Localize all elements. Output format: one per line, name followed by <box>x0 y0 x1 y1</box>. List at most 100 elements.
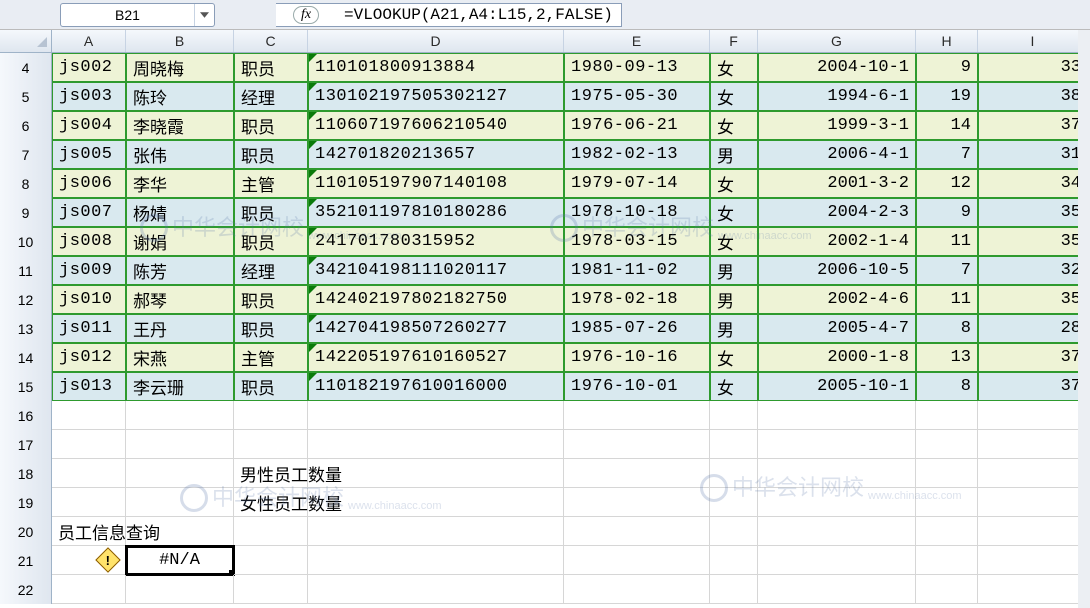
cell[interactable] <box>126 488 234 517</box>
name-box[interactable]: B21 <box>60 3 215 27</box>
cell[interactable]: 11 <box>916 285 978 314</box>
cell[interactable] <box>126 517 234 546</box>
cell[interactable] <box>126 459 234 488</box>
cell[interactable] <box>758 488 916 517</box>
cell[interactable] <box>710 488 758 517</box>
cell[interactable] <box>758 430 916 459</box>
cell[interactable]: 杨婧 <box>126 198 234 227</box>
row-header[interactable]: 12 <box>0 285 52 314</box>
cell[interactable]: js010 <box>52 285 126 314</box>
cell[interactable]: 1978-02-18 <box>564 285 710 314</box>
col-header-h[interactable]: H <box>916 30 978 52</box>
cell[interactable]: 110101800913884 <box>308 53 564 82</box>
cell[interactable]: 经理 <box>234 256 308 285</box>
cell[interactable]: 女 <box>710 227 758 256</box>
row-header[interactable]: 18 <box>0 459 52 488</box>
cell[interactable]: js007 <box>52 198 126 227</box>
cell[interactable]: 2000-1-8 <box>758 343 916 372</box>
cell[interactable] <box>978 488 1088 517</box>
cell[interactable]: 2004-10-1 <box>758 53 916 82</box>
vertical-scrollbar[interactable] <box>1078 30 1090 608</box>
cell[interactable]: 陈玲 <box>126 82 234 111</box>
cell[interactable]: 1982-02-13 <box>564 140 710 169</box>
row-header[interactable]: 20 <box>0 517 52 546</box>
cell[interactable]: 2006-10-5 <box>758 256 916 285</box>
cell[interactable] <box>916 517 978 546</box>
cell[interactable]: 女 <box>710 169 758 198</box>
cell[interactable]: 31 <box>978 140 1088 169</box>
cell[interactable]: 37 <box>978 111 1088 140</box>
row-header[interactable]: 14 <box>0 343 52 372</box>
cell[interactable]: 张伟 <box>126 140 234 169</box>
cell[interactable] <box>564 459 710 488</box>
cell[interactable]: 1994-6-1 <box>758 82 916 111</box>
cell[interactable] <box>710 459 758 488</box>
cell[interactable]: 男 <box>710 256 758 285</box>
cell[interactable]: 241701780315952 <box>308 227 564 256</box>
cell[interactable]: 李晓霞 <box>126 111 234 140</box>
cell[interactable]: 职员 <box>234 227 308 256</box>
name-box-dropdown[interactable] <box>194 4 214 26</box>
cell[interactable] <box>916 575 978 604</box>
cell[interactable]: 14 <box>916 111 978 140</box>
lookup-title-label[interactable]: 员工信息查询 <box>52 517 126 546</box>
col-header-b[interactable]: B <box>126 30 234 52</box>
cell[interactable]: 1976-10-01 <box>564 372 710 401</box>
cell[interactable]: 2005-10-1 <box>758 372 916 401</box>
cell[interactable] <box>234 401 308 430</box>
cell[interactable]: js008 <box>52 227 126 256</box>
cell[interactable]: 1978-10-18 <box>564 198 710 227</box>
cell[interactable]: js003 <box>52 82 126 111</box>
cell[interactable]: 342104198111020117 <box>308 256 564 285</box>
cell[interactable]: 1980-09-13 <box>564 53 710 82</box>
cell[interactable]: 9 <box>916 53 978 82</box>
cell[interactable]: 1979-07-14 <box>564 169 710 198</box>
cell[interactable]: 2002-1-4 <box>758 227 916 256</box>
cell[interactable]: 1999-3-1 <box>758 111 916 140</box>
cell[interactable]: 12 <box>916 169 978 198</box>
cell[interactable] <box>916 488 978 517</box>
col-header-a[interactable]: A <box>52 30 126 52</box>
cell[interactable] <box>710 546 758 575</box>
cell[interactable] <box>234 430 308 459</box>
cell[interactable]: 职员 <box>234 53 308 82</box>
cell[interactable] <box>234 517 308 546</box>
cell[interactable] <box>564 488 710 517</box>
row-header[interactable]: 9 <box>0 198 52 227</box>
cell[interactable]: 男 <box>710 314 758 343</box>
cell[interactable]: 9 <box>916 198 978 227</box>
col-header-e[interactable]: E <box>564 30 710 52</box>
cell[interactable] <box>758 575 916 604</box>
cell[interactable]: 1976-06-21 <box>564 111 710 140</box>
row-header[interactable]: 15 <box>0 372 52 401</box>
row-header[interactable]: 8 <box>0 169 52 198</box>
cell[interactable]: 男 <box>710 285 758 314</box>
col-header-c[interactable]: C <box>234 30 308 52</box>
cell[interactable]: js012 <box>52 343 126 372</box>
spreadsheet-grid[interactable]: A B C D E F G H I 4js002周晓梅职员11010180091… <box>0 30 1090 604</box>
row-header[interactable]: 10 <box>0 227 52 256</box>
cell[interactable]: 李华 <box>126 169 234 198</box>
cell[interactable]: 7 <box>916 256 978 285</box>
row-header[interactable]: 22 <box>0 575 52 604</box>
cell[interactable] <box>234 575 308 604</box>
cell[interactable] <box>52 401 126 430</box>
insert-function-button[interactable]: fx <box>276 3 336 27</box>
cell[interactable]: 职员 <box>234 285 308 314</box>
cell[interactable]: 1978-03-15 <box>564 227 710 256</box>
cell[interactable] <box>308 575 564 604</box>
cell[interactable]: 王丹 <box>126 314 234 343</box>
cell[interactable]: ! <box>52 546 126 575</box>
cell[interactable] <box>126 401 234 430</box>
cell[interactable]: js013 <box>52 372 126 401</box>
cell[interactable]: 1985-07-26 <box>564 314 710 343</box>
cell[interactable]: 2005-4-7 <box>758 314 916 343</box>
cell[interactable]: 职员 <box>234 140 308 169</box>
cell[interactable]: 352101197810180286 <box>308 198 564 227</box>
cell[interactable]: 110182197610016000 <box>308 372 564 401</box>
cell[interactable] <box>564 401 710 430</box>
selected-cell[interactable]: #N/A <box>126 546 234 575</box>
error-indicator-icon[interactable]: ! <box>95 547 120 572</box>
cell[interactable] <box>978 517 1088 546</box>
cell[interactable]: 主管 <box>234 343 308 372</box>
